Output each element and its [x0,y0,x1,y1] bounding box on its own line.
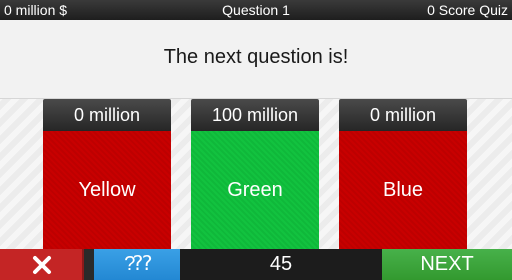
top-bar: 0 million $ Question 1 0 Score Quiz [0,0,512,20]
score-counter: 0 Score Quiz [427,2,508,18]
answer-amount: 0 million [43,99,171,131]
bar-separator [84,249,94,280]
quit-button[interactable] [0,249,84,280]
bottom-bar: ?⁇ 45 NEXT [0,249,512,280]
answer-button-green[interactable]: Green [191,131,319,249]
close-icon [33,256,51,274]
answer-amount: 0 million [339,99,467,131]
answer-card-1[interactable]: 0 million Yellow [43,99,171,249]
countdown-timer: 45 [180,249,382,280]
answer-button-blue[interactable]: Blue [339,131,467,249]
answer-button-yellow[interactable]: Yellow [43,131,171,249]
answer-card-3[interactable]: 0 million Blue [339,99,467,249]
answer-amount: 100 million [191,99,319,131]
hint-button[interactable]: ?⁇ [94,249,180,280]
question-marks-icon: ?⁇ [124,253,152,275]
answer-card-2[interactable]: 100 million Green [191,99,319,249]
next-button[interactable]: NEXT [382,249,512,280]
question-text: The next question is! [163,46,349,68]
